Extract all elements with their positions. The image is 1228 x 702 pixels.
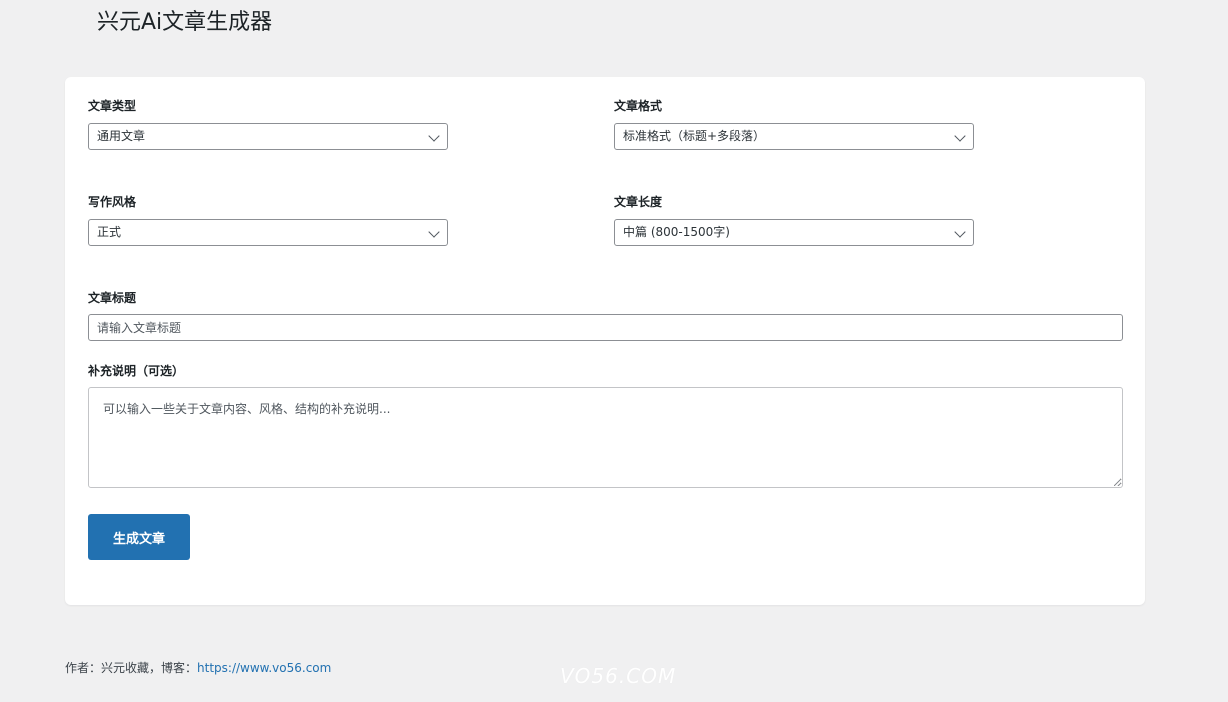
generate-article-button[interactable]: 生成文章 [88, 514, 190, 560]
article-format-select[interactable]: 标准格式（标题+多段落） [614, 123, 974, 150]
page-title: 兴元Ai文章生成器 [97, 10, 273, 35]
article-length-select[interactable]: 中篇 (800-1500字) [614, 219, 974, 246]
chevron-down-icon [428, 226, 440, 238]
footer-author-text: 作者：兴元收藏，博客： [65, 661, 198, 675]
writing-style-select[interactable]: 正式 [88, 219, 448, 246]
watermark: VO56.COM [560, 664, 677, 688]
article-length-label: 文章长度 [614, 195, 663, 209]
article-title-label: 文章标题 [88, 291, 137, 305]
article-type-label: 文章类型 [88, 99, 137, 113]
article-format-label: 文章格式 [614, 99, 663, 113]
article-type-select[interactable]: 通用文章 [88, 123, 448, 150]
extra-notes-label: 补充说明（可选） [88, 364, 185, 378]
footer-credits: 作者：兴元收藏，博客：https://www.vo56.com [65, 660, 331, 676]
article-format-value: 标准格式（标题+多段落） [623, 129, 766, 143]
article-length-value: 中篇 (800-1500字) [623, 225, 730, 239]
writing-style-value: 正式 [97, 225, 122, 239]
article-title-input[interactable] [88, 314, 1123, 341]
extra-notes-textarea[interactable] [88, 387, 1123, 488]
chevron-down-icon [954, 130, 966, 142]
blog-link[interactable]: https://www.vo56.com [197, 661, 331, 675]
chevron-down-icon [428, 130, 440, 142]
article-form-card: 文章类型 通用文章 文章格式 标准格式（标题+多段落） 写作风格 正式 文章长度… [65, 77, 1145, 605]
chevron-down-icon [954, 226, 966, 238]
resize-handle-icon[interactable] [1114, 479, 1121, 486]
article-type-value: 通用文章 [97, 129, 146, 143]
writing-style-label: 写作风格 [88, 195, 137, 209]
